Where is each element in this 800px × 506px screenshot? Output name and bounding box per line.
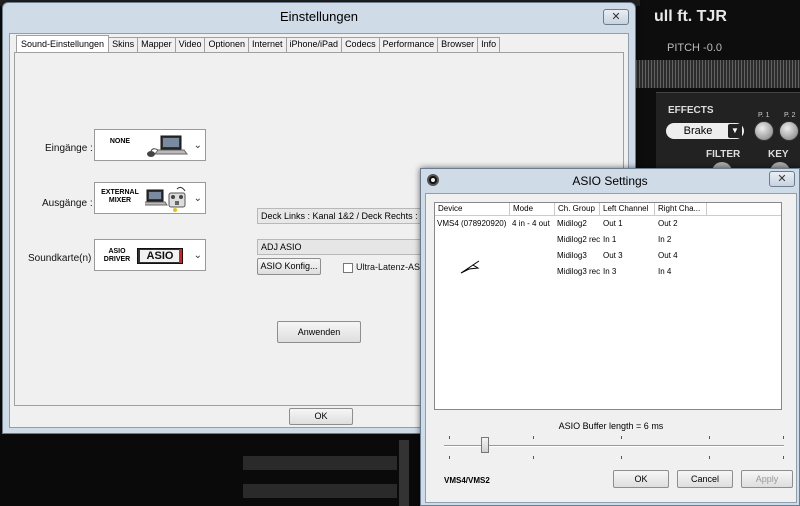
asio-apply-button[interactable]: Apply bbox=[741, 470, 793, 488]
close-icon: ✕ bbox=[611, 11, 621, 23]
asio-device-table: Device Mode Ch. Group Left Channel Right… bbox=[434, 202, 782, 410]
chevron-down-icon: ⌄ bbox=[193, 140, 202, 151]
effect-select[interactable]: Brake ▼ bbox=[666, 123, 744, 139]
cell-right[interactable]: In 2 bbox=[658, 235, 671, 244]
slider-tick bbox=[533, 456, 534, 459]
laptop-icon bbox=[147, 135, 188, 157]
effects-label: EFFECTS bbox=[668, 105, 714, 116]
tab-skins[interactable]: Skins bbox=[108, 37, 139, 52]
ultra-latency-checkbox[interactable] bbox=[343, 263, 353, 273]
column-device[interactable]: Device bbox=[435, 203, 510, 216]
slider-tick bbox=[449, 436, 450, 439]
table-header: Device Mode Ch. Group Left Channel Right… bbox=[435, 203, 781, 216]
waveform bbox=[636, 60, 800, 88]
buffer-slider-thumb[interactable] bbox=[481, 437, 489, 453]
tab-mapper[interactable]: Mapper bbox=[137, 37, 176, 52]
cell-right[interactable]: Out 4 bbox=[658, 251, 678, 260]
cell-left[interactable]: In 1 bbox=[603, 235, 616, 244]
slider-tick bbox=[533, 436, 534, 439]
settings-window-title: Einstellungen bbox=[279, 9, 359, 24]
tab-sound-settings[interactable]: Sound-Einstellungen bbox=[16, 35, 110, 52]
asio-logo: ASIO bbox=[137, 248, 183, 264]
inputs-label: Eingänge : bbox=[45, 143, 93, 154]
tab-codecs[interactable]: Codecs bbox=[341, 37, 380, 52]
outputs-select-value: EXTERNAL MIXER bbox=[101, 189, 139, 204]
column-mode[interactable]: Mode bbox=[510, 203, 555, 216]
inputs-select-value: NONE bbox=[109, 138, 131, 145]
slider-tick bbox=[783, 436, 784, 439]
cell-left[interactable]: Out 1 bbox=[603, 219, 623, 228]
slider-tick bbox=[621, 456, 622, 459]
tab-info[interactable]: Info bbox=[477, 37, 501, 52]
cell-group[interactable]: Midilog2 bbox=[557, 219, 587, 228]
apply-button[interactable]: Anwenden bbox=[277, 321, 361, 343]
cell-right[interactable]: Out 2 bbox=[658, 219, 678, 228]
cell-left[interactable]: In 3 bbox=[603, 267, 616, 276]
slider-tick bbox=[783, 456, 784, 459]
asio-close-button[interactable]: ✕ bbox=[769, 171, 795, 187]
outputs-label: Ausgänge : bbox=[42, 198, 93, 209]
tab-browser[interactable]: Browser bbox=[437, 37, 479, 52]
cell-mode[interactable]: 4 in - 4 out bbox=[512, 219, 550, 228]
cell-device[interactable]: VMS4 (078920920) bbox=[437, 219, 506, 228]
tab-video[interactable]: Video bbox=[174, 37, 206, 52]
asio-settings-window: ASIO Settings ✕ Device Mode Ch. Group Le… bbox=[420, 168, 800, 506]
tab-options[interactable]: Optionen bbox=[204, 37, 249, 52]
chevron-down-icon: ⌄ bbox=[193, 193, 202, 204]
inputs-select[interactable]: NONE ⌄ bbox=[94, 129, 206, 161]
soundcard-select-value: ASIO DRIVER bbox=[103, 248, 131, 263]
model-label: VMS4/VMS2 bbox=[444, 476, 490, 485]
slider-tick bbox=[709, 456, 710, 459]
tab-performance[interactable]: Performance bbox=[378, 37, 439, 52]
p2-knob[interactable] bbox=[779, 121, 799, 141]
buffer-slider-track[interactable] bbox=[444, 445, 784, 447]
cell-group[interactable]: Midilog2 rec bbox=[557, 235, 600, 244]
close-icon: ✕ bbox=[777, 173, 787, 185]
column-ch-group[interactable]: Ch. Group bbox=[555, 203, 600, 216]
laptop-mixer-icon bbox=[145, 186, 186, 212]
mouse-cursor-icon bbox=[460, 260, 480, 274]
asio-cancel-button[interactable]: Cancel bbox=[677, 470, 733, 488]
p2-label: P. 2 bbox=[784, 112, 796, 119]
slider-tick bbox=[709, 436, 710, 439]
key-label: KEY bbox=[768, 149, 789, 160]
asio-window-title: ASIO Settings bbox=[572, 174, 648, 188]
column-left-channel[interactable]: Left Channel bbox=[600, 203, 655, 216]
asio-ok-button[interactable]: OK bbox=[613, 470, 669, 488]
tab-iphone-ipad[interactable]: iPhone/iPad bbox=[285, 37, 343, 52]
close-button[interactable]: ✕ bbox=[603, 9, 629, 25]
ok-button[interactable]: OK bbox=[289, 408, 353, 425]
asio-buffer-label: ASIO Buffer length = 6 ms bbox=[558, 421, 664, 431]
track-title: ull ft. TJR bbox=[654, 8, 727, 25]
chevron-down-icon: ⌄ bbox=[193, 250, 202, 261]
tab-internet[interactable]: Internet bbox=[247, 37, 287, 52]
browser-row[interactable] bbox=[243, 456, 397, 470]
chevron-down-icon: ▼ bbox=[728, 124, 742, 138]
ultra-latency-label: Ultra-Latenz-ASIO bbox=[356, 262, 430, 272]
p1-label: P. 1 bbox=[758, 112, 770, 119]
asio-config-button[interactable]: ASIO Konfig... bbox=[257, 258, 321, 275]
browser-row[interactable] bbox=[243, 484, 397, 498]
soundcard-select[interactable]: ASIO DRIVER ASIO ⌄ bbox=[94, 239, 206, 271]
soundcard-label: Soundkarte(n) : bbox=[28, 253, 97, 264]
settings-tabs: Sound-Einstellungen Skins Mapper Video O… bbox=[16, 35, 501, 52]
filter-label: FILTER bbox=[706, 149, 741, 160]
effect-select-value: Brake bbox=[683, 125, 713, 137]
cell-group[interactable]: Midilog3 rec bbox=[557, 267, 600, 276]
p1-knob[interactable] bbox=[754, 121, 774, 141]
pitch-readout: PITCH -0.0 bbox=[667, 42, 723, 54]
cell-group[interactable]: Midilog3 bbox=[557, 251, 587, 260]
column-right-channel[interactable]: Right Cha... bbox=[655, 203, 707, 216]
asio-client-area: Device Mode Ch. Group Left Channel Right… bbox=[425, 193, 797, 503]
cell-right[interactable]: In 4 bbox=[658, 267, 671, 276]
slider-tick bbox=[621, 436, 622, 439]
cell-left[interactable]: Out 3 bbox=[603, 251, 623, 260]
slider-tick bbox=[449, 456, 450, 459]
outputs-select[interactable]: EXTERNAL MIXER ⌄ bbox=[94, 182, 206, 214]
browser-scrollbar[interactable] bbox=[399, 440, 409, 506]
